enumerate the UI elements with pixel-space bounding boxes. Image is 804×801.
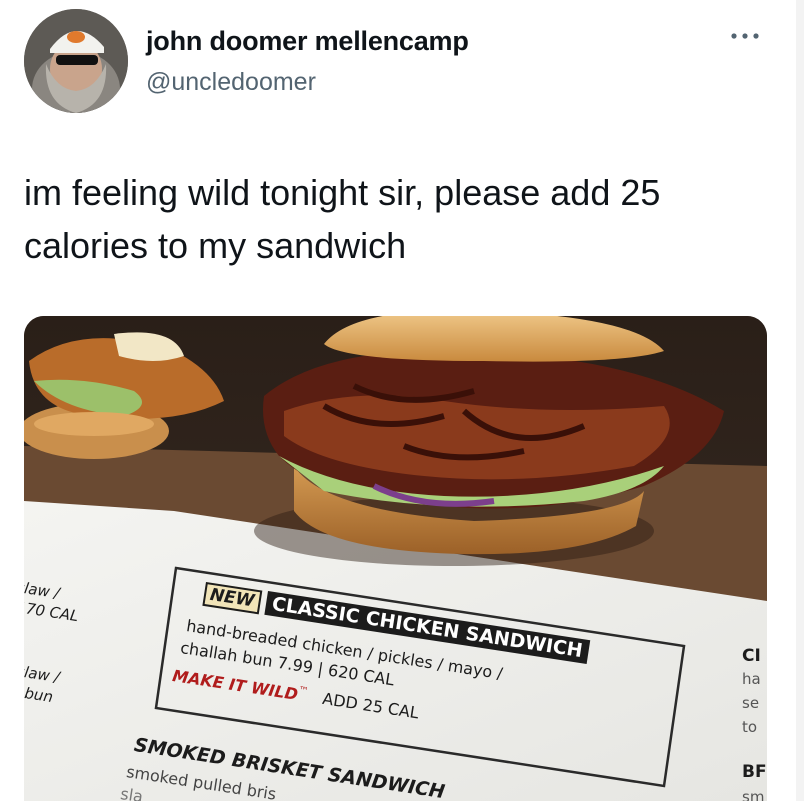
tweet-photo[interactable]: NEW CLASSIC CHICKEN SANDWICH hand-breade… (24, 316, 767, 801)
right-fragment-5: BF (742, 762, 767, 782)
right-fragment-2: ha (742, 670, 761, 688)
author-name[interactable]: john doomer mellencamp (146, 26, 469, 57)
right-fragment-1: CI (742, 646, 761, 666)
right-fragment-4: to (742, 718, 758, 736)
avatar[interactable] (24, 9, 128, 113)
menu-item-brisket-desc2: sla (119, 784, 145, 801)
more-horizontal-icon[interactable] (728, 26, 762, 46)
wild-trademark: ™ (297, 685, 310, 698)
tweet-card: john doomer mellencamp @uncledoomer im f… (0, 0, 804, 801)
screenshot-edge (796, 0, 804, 801)
right-fragment-6: sm (742, 788, 765, 801)
tweet-text: im feeling wild tonight sir, please add … (24, 172, 661, 266)
menu-photo-illustration (24, 316, 767, 801)
author-handle[interactable]: @uncledoomer (146, 68, 316, 97)
right-fragment-3: se (742, 694, 760, 712)
avatar-image (24, 9, 128, 113)
